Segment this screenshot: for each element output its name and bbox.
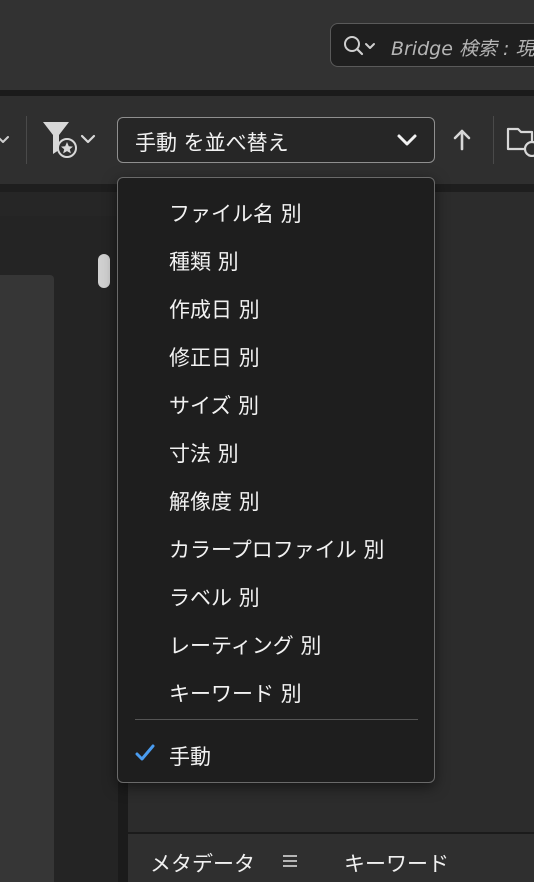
- title-bar: Bridge 検索 : 現: [0, 0, 534, 90]
- sort-menu-item-resolution[interactable]: 解像度 別: [118, 473, 434, 521]
- toolbar-separator: [493, 116, 494, 164]
- bridge-window: Bridge 検索 : 現 手動 を並べ替え メタデータ キーワード ファイル名…: [0, 0, 534, 882]
- sort-menu-item-size[interactable]: サイズ 別: [118, 377, 434, 425]
- search-input[interactable]: Bridge 検索 : 現: [330, 23, 534, 67]
- sort-menu-item-type[interactable]: 種類 別: [118, 233, 434, 281]
- chevron-down-icon: [397, 134, 417, 146]
- filter-star-icon[interactable]: [40, 118, 104, 162]
- sort-dropdown[interactable]: 手動 を並べ替え: [117, 117, 435, 163]
- menu-item-label: 種類 別: [169, 250, 239, 274]
- menu-item-label: カラープロファイル 別: [169, 538, 385, 562]
- menu-item-label: ファイル名 別: [169, 202, 302, 226]
- sort-menu: ファイル名 別 種類 別 作成日 別 修正日 別 サイズ 別 寸法 別 解像度 …: [117, 177, 435, 783]
- sort-menu-item-label[interactable]: ラベル 別: [118, 569, 434, 617]
- menu-item-label: ラベル 別: [169, 586, 260, 610]
- folder-recent-icon[interactable]: [506, 121, 534, 157]
- sort-menu-item-created[interactable]: 作成日 別: [118, 281, 434, 329]
- chevron-down-icon[interactable]: [0, 134, 12, 148]
- checkmark-icon: [135, 744, 155, 761]
- arrow-up-icon[interactable]: [452, 127, 472, 153]
- panel-tabs: メタデータ キーワード: [128, 832, 534, 882]
- menu-separator: [135, 719, 418, 720]
- sort-menu-item-modified[interactable]: 修正日 別: [118, 329, 434, 377]
- menu-item-label: 修正日 別: [169, 346, 260, 370]
- sort-menu-item-dimensions[interactable]: 寸法 別: [118, 425, 434, 473]
- menu-item-label: サイズ 別: [169, 394, 260, 418]
- menu-item-label: 手動: [169, 745, 211, 769]
- sort-dropdown-label: 手動 を並べ替え: [135, 131, 289, 155]
- toolbar-separator: [26, 116, 27, 164]
- search-icon[interactable]: [343, 35, 377, 57]
- hamburger-menu-icon[interactable]: [282, 854, 298, 868]
- sort-menu-item-rating[interactable]: レーティング 別: [118, 617, 434, 665]
- thumbnail-card[interactable]: [0, 275, 54, 882]
- sort-menu-item-filename[interactable]: ファイル名 別: [118, 185, 434, 233]
- scrollbar-thumb[interactable]: [98, 254, 110, 288]
- menu-item-label: 寸法 別: [169, 442, 239, 466]
- content-pane-header: [0, 192, 128, 216]
- sort-menu-item-keywords[interactable]: キーワード 別: [118, 665, 434, 713]
- tab-metadata[interactable]: メタデータ: [150, 848, 255, 878]
- menu-item-label: キーワード 別: [169, 682, 302, 706]
- menu-item-label: レーティング 別: [169, 634, 322, 658]
- sort-menu-item-manual[interactable]: 手動: [118, 728, 434, 776]
- sort-menu-item-color-profile[interactable]: カラープロファイル 別: [118, 521, 434, 569]
- tab-keywords[interactable]: キーワード: [344, 848, 449, 878]
- menu-item-label: 解像度 別: [169, 490, 260, 514]
- search-placeholder: Bridge 検索 : 現: [391, 38, 534, 60]
- menu-item-label: 作成日 別: [169, 298, 260, 322]
